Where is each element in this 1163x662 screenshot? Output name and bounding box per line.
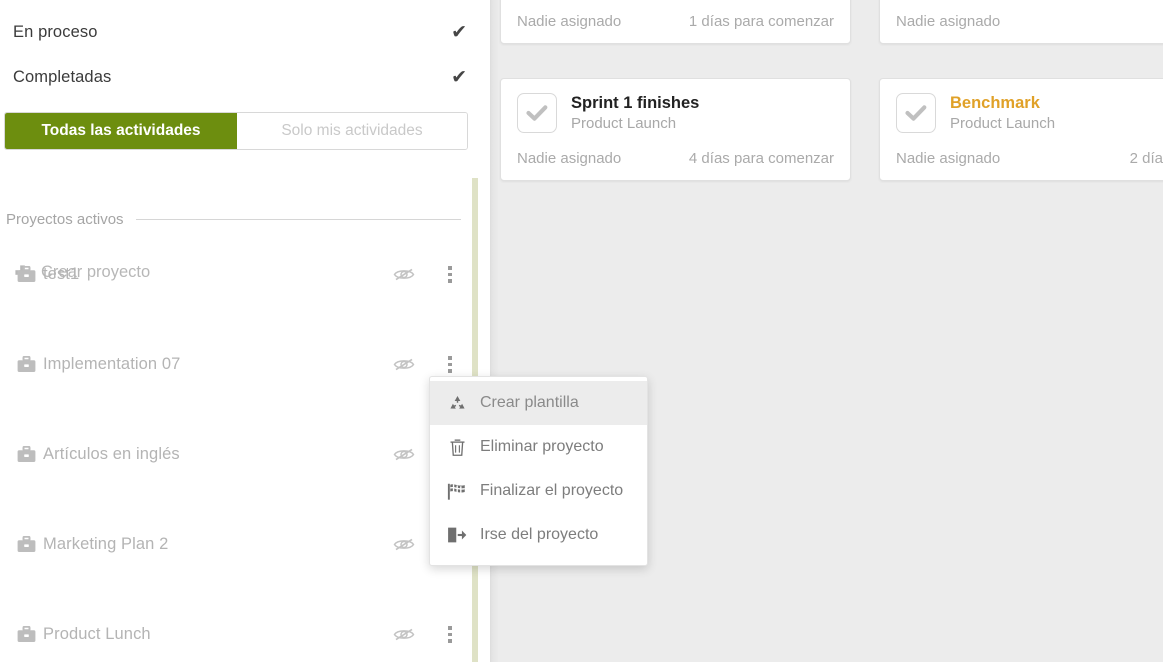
task-card[interactable]: Sprint 1 finishes Product Launch Nadie a… xyxy=(500,78,851,182)
task-assignee: Nadie asignado xyxy=(517,13,622,30)
task-card-footer: Nadie asignado 1 días para comenzar xyxy=(501,0,850,43)
section-header-proyectos-activos: Proyectos activos xyxy=(6,208,461,230)
project-label: Artículos en inglés xyxy=(43,445,180,463)
context-menu-item-eliminar-proyecto[interactable]: Eliminar proyecto xyxy=(430,425,647,469)
eye-slash-icon[interactable] xyxy=(392,265,416,285)
task-due: 2 días para t xyxy=(1129,150,1163,168)
task-card-title: Benchmark xyxy=(950,94,1040,112)
project-context-menu: Crear plantilla Eliminar proyecto Finali… xyxy=(429,376,648,566)
kebab-menu-icon[interactable] xyxy=(443,624,457,646)
project-list: test1 Implementation 07 Artículos en ing… xyxy=(0,252,470,643)
activities-tab-group: Todas las actividades Solo mis actividad… xyxy=(4,112,468,150)
context-menu-item-label: Crear plantilla xyxy=(480,394,579,411)
task-card-header: Benchmark Product Launch xyxy=(880,79,1163,134)
task-due: 4 días para comenzar xyxy=(688,150,834,168)
project-row-implementation-07[interactable]: Implementation 07 xyxy=(0,342,470,387)
context-menu-item-label: Eliminar proyecto xyxy=(480,438,604,455)
check-icon[interactable] xyxy=(896,93,936,133)
briefcase-icon xyxy=(15,534,37,556)
project-label: test1 xyxy=(43,265,80,283)
app-root: En proceso ✔ Completadas ✔ Todas las act… xyxy=(0,0,1163,662)
recycle-icon xyxy=(444,394,470,413)
project-row-marketing-plan-2[interactable]: Marketing Plan 2 xyxy=(0,522,470,567)
sign-out-icon xyxy=(444,526,470,544)
context-menu-item-label: Irse del proyecto xyxy=(480,526,599,543)
section-header-label: Proyectos activos xyxy=(6,210,124,228)
check-icon[interactable]: ✔ xyxy=(451,67,467,87)
filter-label: Completadas xyxy=(13,67,112,86)
task-card-footer: Nadie asignado 2 días para t xyxy=(880,134,1163,180)
task-card-header: Sprint 1 finishes Product Launch xyxy=(501,79,850,134)
task-card-titles: Sprint 1 finishes Product Launch xyxy=(571,93,699,134)
context-menu-item-crear-plantilla[interactable]: Crear plantilla xyxy=(430,381,647,425)
section-header-rule xyxy=(135,218,461,220)
tab-solo-mis-actividades[interactable]: Solo mis actividades xyxy=(237,113,467,149)
context-menu-item-irse-del-proyecto[interactable]: Irse del proyecto xyxy=(430,513,647,557)
eye-slash-icon[interactable] xyxy=(392,445,416,465)
eye-slash-icon[interactable] xyxy=(392,355,416,375)
context-menu-item-label: Finalizar el proyecto xyxy=(480,482,624,499)
check-icon[interactable]: ✔ xyxy=(451,22,467,42)
kebab-menu-icon[interactable] xyxy=(443,264,457,286)
briefcase-icon xyxy=(15,624,37,646)
task-assignee: Nadie asignado xyxy=(517,150,622,168)
task-card-subtitle: Product Launch xyxy=(950,114,1056,132)
task-card-title: Sprint 1 finishes xyxy=(571,94,700,112)
briefcase-icon xyxy=(15,354,37,376)
check-icon[interactable] xyxy=(517,93,557,133)
checkered-flag-icon xyxy=(444,482,470,501)
task-card[interactable]: Benchmark Product Launch Nadie asignado … xyxy=(879,78,1163,182)
project-row-articulos-en-ingles[interactable]: Artículos en inglés xyxy=(0,432,470,477)
task-card[interactable]: Product Launch Nadie asignado 1 días par… xyxy=(500,0,851,44)
briefcase-icon xyxy=(15,264,37,286)
task-card-footer: Nadie asignado Term xyxy=(880,0,1163,43)
project-label: Marketing Plan 2 xyxy=(43,535,169,553)
context-menu-item-finalizar-el-proyecto[interactable]: Finalizar el proyecto xyxy=(430,469,647,513)
project-row-product-lunch[interactable]: Product Lunch xyxy=(0,612,470,657)
trash-icon xyxy=(444,438,470,457)
filter-label: En proceso xyxy=(13,22,98,41)
kebab-menu-icon[interactable] xyxy=(443,354,457,376)
task-card-titles: Benchmark Product Launch xyxy=(950,93,1055,134)
task-assignee: Nadie asignado xyxy=(896,150,1001,168)
task-card-subtitle: Product Launch xyxy=(571,114,677,132)
eye-slash-icon[interactable] xyxy=(392,625,416,645)
filter-row-en-proceso[interactable]: En proceso ✔ xyxy=(13,18,467,46)
tab-todas-las-actividades[interactable]: Todas las actividades xyxy=(5,113,237,149)
task-assignee: Nadie asignado xyxy=(896,13,1001,30)
project-row-test1[interactable]: test1 xyxy=(0,252,470,297)
task-card-footer: Nadie asignado 4 días para comenzar xyxy=(501,134,850,180)
project-label: Implementation 07 xyxy=(43,355,181,373)
left-sidebar: En proceso ✔ Completadas ✔ Todas las act… xyxy=(0,0,490,662)
task-card[interactable]: Product Launch Nadie asignado Term xyxy=(879,0,1163,44)
filter-row-completadas[interactable]: Completadas ✔ xyxy=(13,63,467,91)
briefcase-icon xyxy=(15,444,37,466)
eye-slash-icon[interactable] xyxy=(392,535,416,555)
task-due: 1 días para comenzar xyxy=(688,13,834,30)
project-label: Product Lunch xyxy=(43,625,151,643)
